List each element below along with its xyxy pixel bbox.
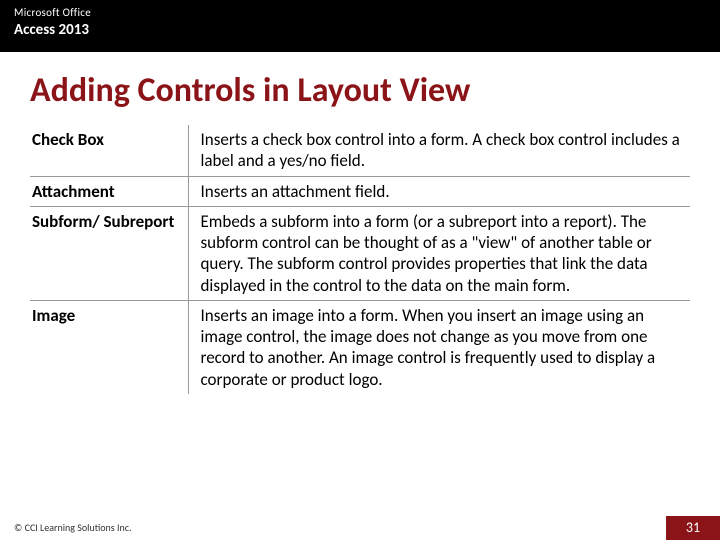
footer: © CCI Learning Solutions Inc. 31 <box>0 516 720 540</box>
control-label: Check Box <box>30 125 188 176</box>
table-row: Attachment Inserts an attachment field. <box>30 176 690 206</box>
control-description: Inserts an attachment field. <box>188 176 690 206</box>
header-app: Access 2013 <box>14 21 706 39</box>
controls-table: Check Box Inserts a check box control in… <box>30 125 690 394</box>
control-label: Attachment <box>30 176 188 206</box>
control-label: Subform/ Subreport <box>30 206 188 300</box>
table-row: Check Box Inserts a check box control in… <box>30 125 690 176</box>
control-description: Inserts an image into a form. When you i… <box>188 300 690 394</box>
table-row: Image Inserts an image into a form. When… <box>30 300 690 394</box>
control-label: Image <box>30 300 188 394</box>
control-description: Embeds a subform into a form (or a subre… <box>188 206 690 300</box>
page-title: Adding Controls in Layout View <box>0 52 720 125</box>
control-description: Inserts a check box control into a form.… <box>188 125 690 176</box>
page-number: 31 <box>666 516 720 540</box>
table-row: Subform/ Subreport Embeds a subform into… <box>30 206 690 300</box>
header-bar: Microsoft Office Access 2013 <box>0 0 720 52</box>
copyright: © CCI Learning Solutions Inc. <box>14 521 132 534</box>
header-product: Microsoft Office <box>14 6 706 19</box>
